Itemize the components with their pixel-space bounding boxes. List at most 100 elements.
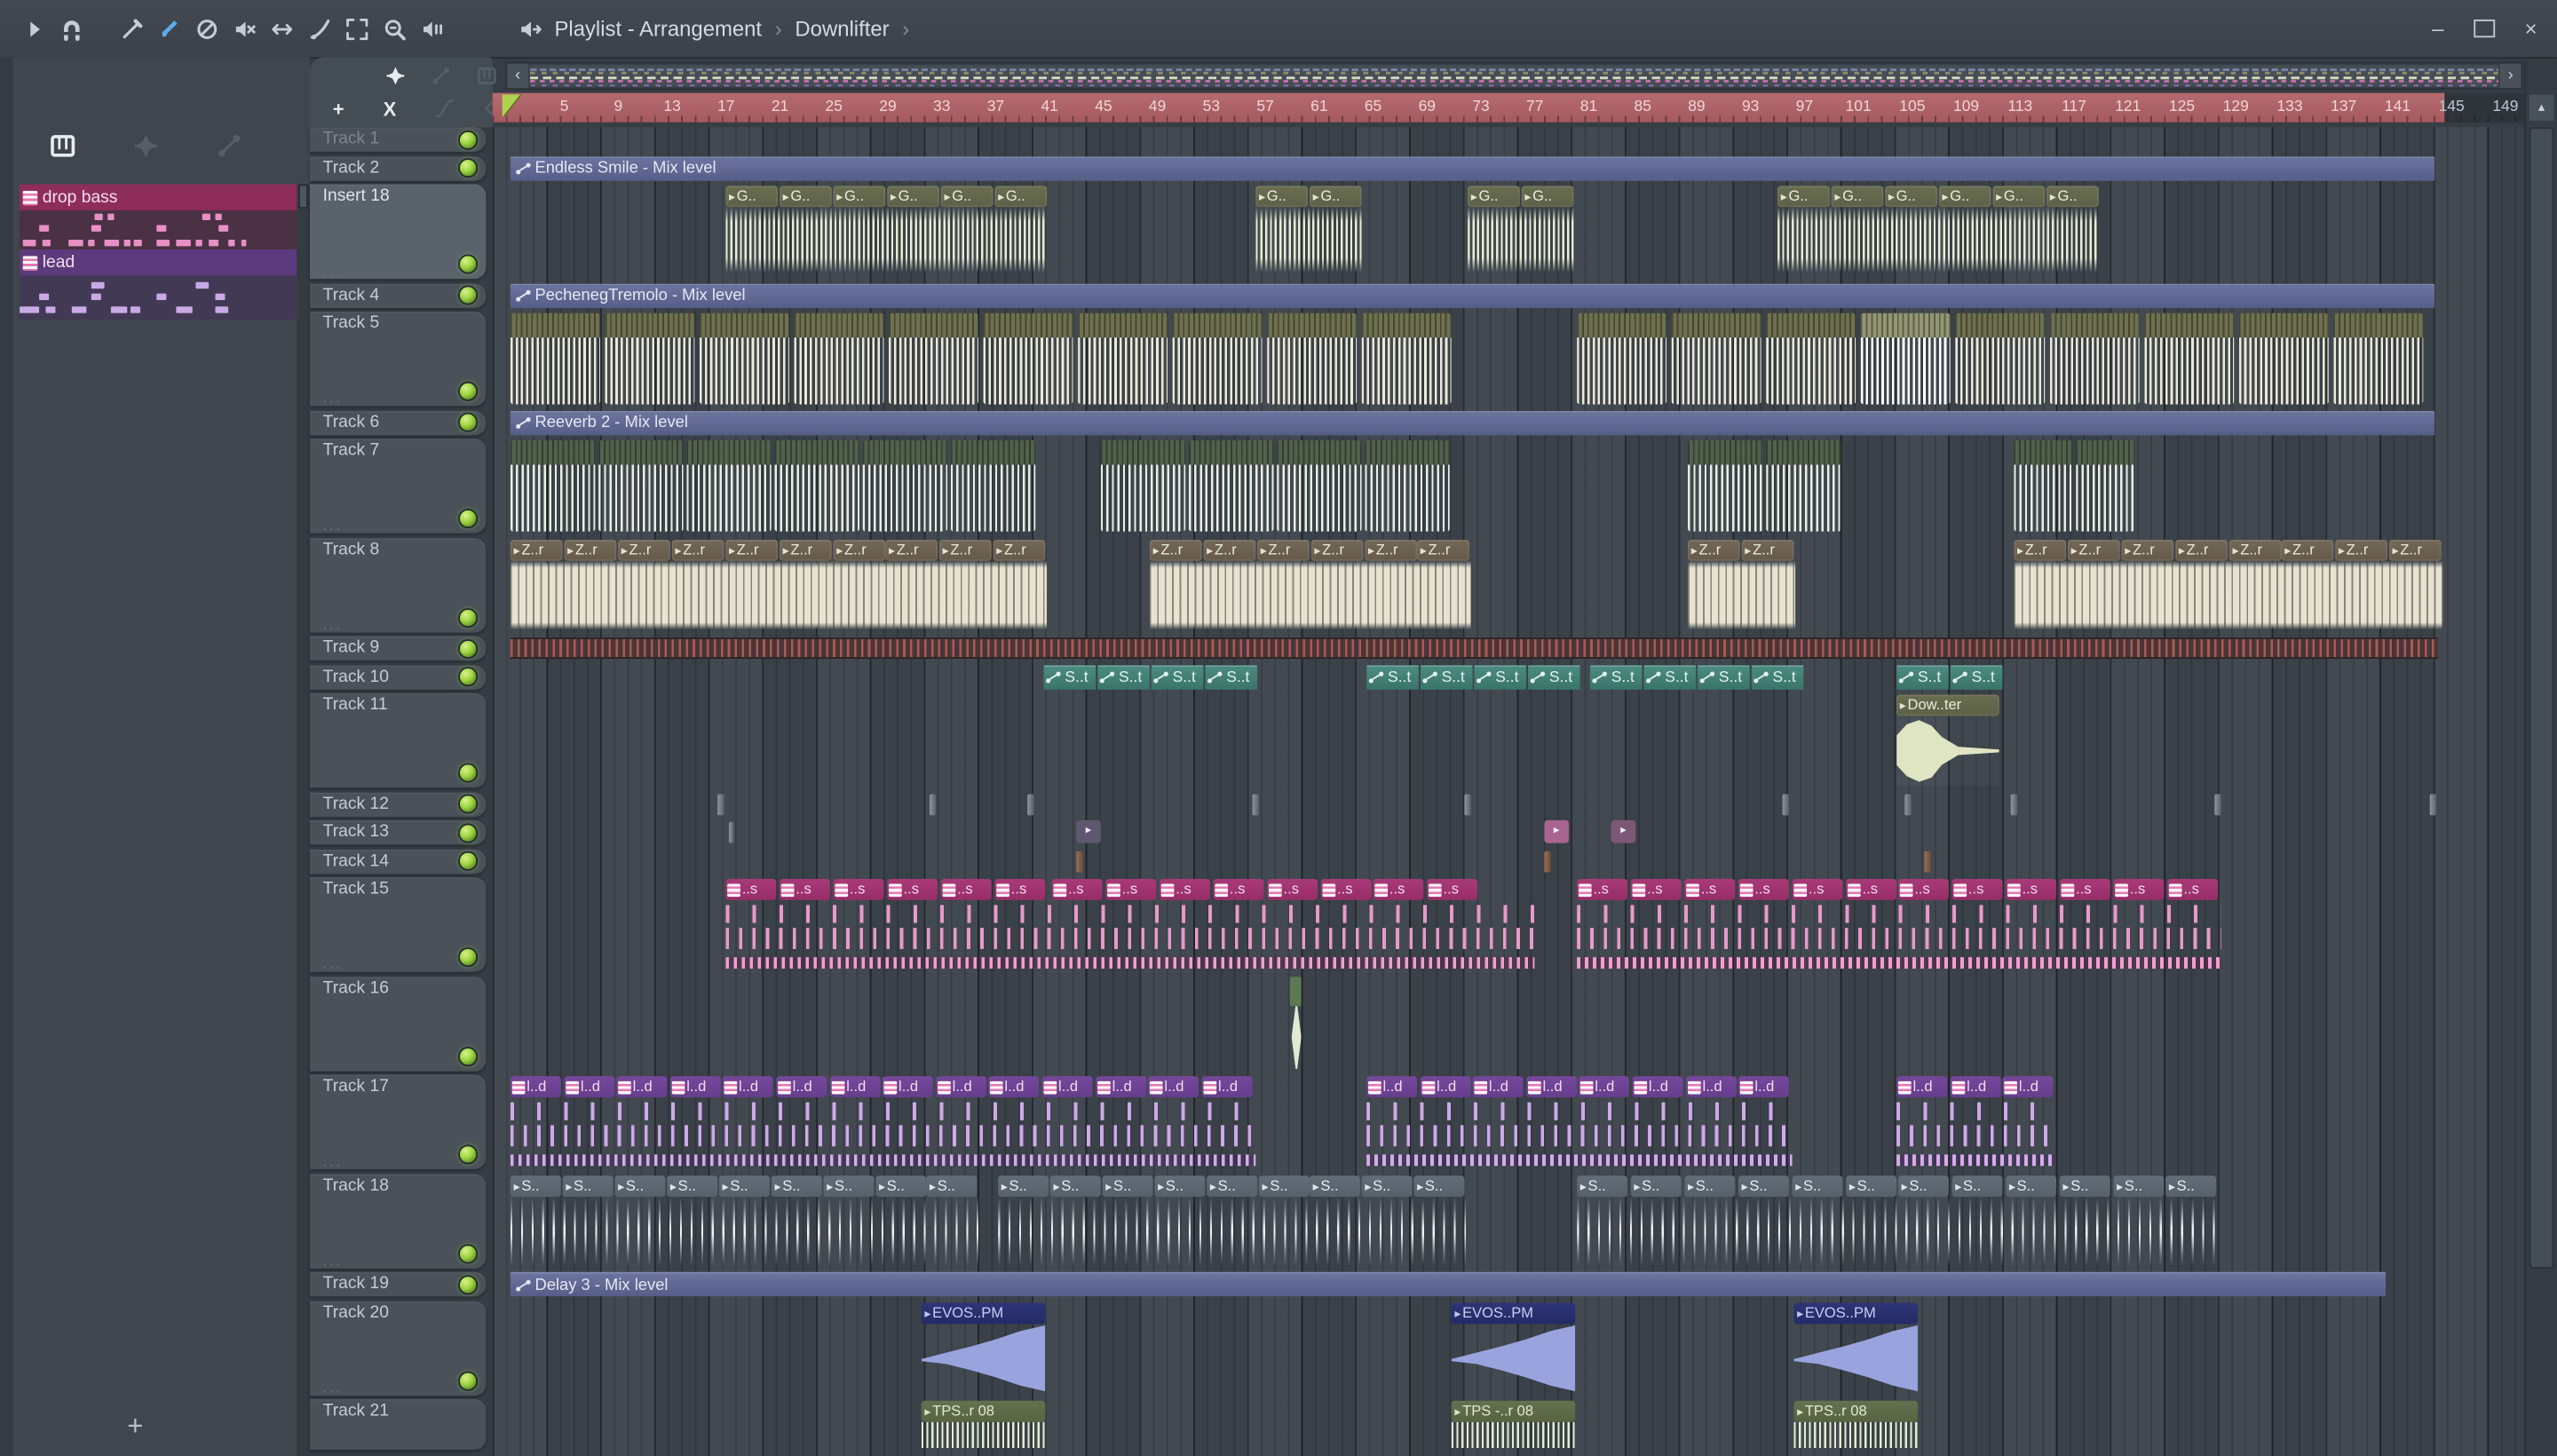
track-lane[interactable]: ▸ TPS..r 08 ▸ TPS -..r 08 ▸ TPS..r 08 [493, 1399, 2525, 1450]
audio-clip[interactable]: ▸ G.. [1885, 186, 1938, 208]
scroll-right-button[interactable]: › [2499, 63, 2521, 89]
audio-clip[interactable]: ▸ S.. [2059, 1175, 2110, 1197]
track-header[interactable]: Track 9 [309, 636, 487, 661]
track-lane[interactable] [493, 636, 2525, 661]
close-button[interactable]: × [2518, 16, 2544, 41]
audio-clip[interactable]: ▸ S.. [1309, 1175, 1360, 1197]
maximize-button[interactable] [2474, 20, 2496, 38]
automation-clip[interactable]: Delay 3 - Mix level [510, 1271, 2387, 1297]
audio-clip[interactable]: ▸ G.. [833, 186, 886, 208]
pattern-clip[interactable]: ..s [1738, 878, 1789, 900]
track-header[interactable]: Insert 18... [309, 184, 487, 280]
audio-clip[interactable] [2010, 793, 2018, 815]
audio-clip[interactable]: ▸ Z..r [2335, 539, 2387, 560]
audio-clip[interactable] [1100, 439, 1186, 532]
view-tab-audio-clips[interactable] [384, 65, 406, 86]
audio-clip[interactable]: ▸ S.. [2113, 1175, 2165, 1197]
mute-led[interactable] [458, 638, 479, 659]
audio-clip[interactable]: ▸ Z..r [779, 539, 832, 560]
pattern-thumbnail[interactable] [20, 275, 297, 320]
automation-clip[interactable]: S..t [1751, 664, 1804, 690]
pattern-clip[interactable]: l..d [616, 1076, 668, 1098]
pattern-clip[interactable]: l..d [510, 1076, 561, 1098]
slice-tool-icon[interactable] [308, 17, 331, 40]
pattern-clip[interactable]: ..s [779, 878, 830, 900]
automation-clip[interactable]: S..t [1420, 664, 1473, 690]
pattern-clip[interactable]: ..s [1051, 878, 1103, 900]
mute-led[interactable] [458, 1243, 479, 1263]
slip-tool-icon[interactable] [121, 17, 144, 40]
audio-clip[interactable]: ▸ S.. [562, 1175, 614, 1197]
audio-clip[interactable]: ▸ G.. [725, 186, 779, 208]
automation-clip[interactable]: S..t [1097, 664, 1150, 690]
zoom-tool-icon[interactable] [384, 17, 407, 40]
audio-clip[interactable] [1955, 313, 2046, 405]
audio-clip[interactable] [950, 439, 1036, 532]
track-header[interactable]: Track 21 [309, 1398, 487, 1450]
audio-clip[interactable]: ▸ Z..r [885, 539, 938, 560]
audio-clip[interactable]: ▸ Z..r [671, 539, 724, 560]
automation-clip[interactable]: S..t [1151, 664, 1204, 690]
track-lane[interactable]: ▸ Z..r ▸ Z..r ▸ Z..r ▸ Z..r ▸ Z..r ▸ Z..r ▸ Z..r ▸ Z..r… [493, 537, 2525, 632]
pattern-clip[interactable]: ..s [1684, 878, 1736, 900]
pattern-clip[interactable]: l..d [1420, 1076, 1471, 1098]
menu-arrow-icon[interactable] [23, 17, 46, 40]
track-header[interactable]: Track 15... [309, 877, 487, 972]
audio-clip[interactable]: ▸ EVOS..PM [1451, 1302, 1576, 1324]
audio-clip[interactable] [1904, 793, 1912, 815]
picker-tab-automation[interactable] [215, 132, 242, 160]
pattern-clip[interactable]: ..s [1213, 878, 1264, 900]
horizontal-scrollbar[interactable]: ‹ › [505, 61, 2523, 91]
audio-clip[interactable]: ▸ G.. [994, 186, 1048, 208]
audio-clip[interactable]: ▸ S.. [667, 1175, 718, 1197]
audio-clip[interactable]: ▸ Z..r [938, 539, 992, 560]
audio-clip[interactable]: ▸ S.. [823, 1175, 875, 1197]
audio-clip[interactable]: ▸ Z..r [2228, 539, 2282, 560]
track-lane[interactable] [493, 849, 2525, 874]
audio-clip[interactable]: ▸ [1076, 819, 1101, 843]
track-lane[interactable]: ..s ..s ..s ..s ..s ..s ..s ..s ..s ..s ..s ..s ..s.… [493, 877, 2525, 972]
stretch-tool-icon[interactable] [271, 17, 294, 40]
audio-clip[interactable] [510, 439, 596, 532]
audio-clip[interactable]: ▸ Z..r [725, 539, 779, 560]
pattern-clip[interactable]: ..s [1951, 878, 2003, 900]
audio-clip[interactable]: ▸ S.. [1207, 1175, 1258, 1197]
pattern-clip[interactable]: l..d [1738, 1076, 1789, 1098]
mute-led[interactable] [458, 1370, 479, 1390]
audio-clip[interactable]: ▸ S.. [771, 1175, 822, 1197]
pattern-clip[interactable]: ..s [1427, 878, 1478, 900]
audio-clip[interactable]: ▸ G.. [1255, 186, 1309, 208]
audio-clip[interactable] [2049, 313, 2140, 405]
audio-clip[interactable]: ▸ S.. [1102, 1175, 1153, 1197]
audio-clip[interactable] [1078, 313, 1168, 405]
breadcrumb-item[interactable]: Downlifter [795, 16, 889, 41]
scrollbar-handle[interactable] [298, 184, 309, 210]
track-options[interactable]: ... [323, 390, 343, 406]
audio-clip[interactable]: ▸ G.. [940, 186, 994, 208]
audio-clip[interactable]: ▸ Z..r [1149, 539, 1202, 560]
track-options[interactable]: ... [323, 1252, 343, 1268]
audio-clip[interactable]: ▸ TPS..r 08 [1793, 1400, 1918, 1422]
audio-clip[interactable]: ▸ Z..r [1310, 539, 1364, 560]
audio-clip[interactable]: ▸ G.. [1468, 186, 1520, 208]
audio-clip[interactable]: ▸ S.. [1154, 1175, 1206, 1197]
audio-clip[interactable] [1172, 313, 1263, 405]
audio-clip[interactable]: ▸ S.. [1413, 1175, 1465, 1197]
mute-led[interactable] [458, 667, 479, 687]
pattern-clip[interactable]: ..s [1159, 878, 1210, 900]
audio-clip[interactable] [1027, 793, 1034, 815]
pattern-clip[interactable]: l..d [669, 1076, 721, 1098]
track-header[interactable]: Track 13 [309, 819, 487, 845]
audio-clip[interactable]: ▸ G.. [2046, 186, 2099, 208]
pattern-clip[interactable]: ..s [1630, 878, 1682, 900]
pattern-clip[interactable]: l..d [1472, 1076, 1524, 1098]
automation-clip[interactable]: PechenegTremolo - Mix level [510, 282, 2435, 308]
track-lane[interactable]: Endless Smile - Mix level [493, 155, 2525, 180]
audio-clip[interactable]: ▸ S.. [1361, 1175, 1413, 1197]
timeline-ruler[interactable]: 5 9 13 17 21 25 29 33 37 41 45 49 53 57 61 65 69 73 77 81 85… [492, 92, 2525, 123]
pattern-clip[interactable]: l..d [1096, 1076, 1147, 1098]
picker-scrollbar[interactable] [297, 184, 310, 1456]
audio-clip[interactable]: ▸ Z..r [2388, 539, 2442, 560]
mute-led[interactable] [458, 509, 479, 529]
track-header[interactable]: Track 6 [309, 409, 487, 435]
